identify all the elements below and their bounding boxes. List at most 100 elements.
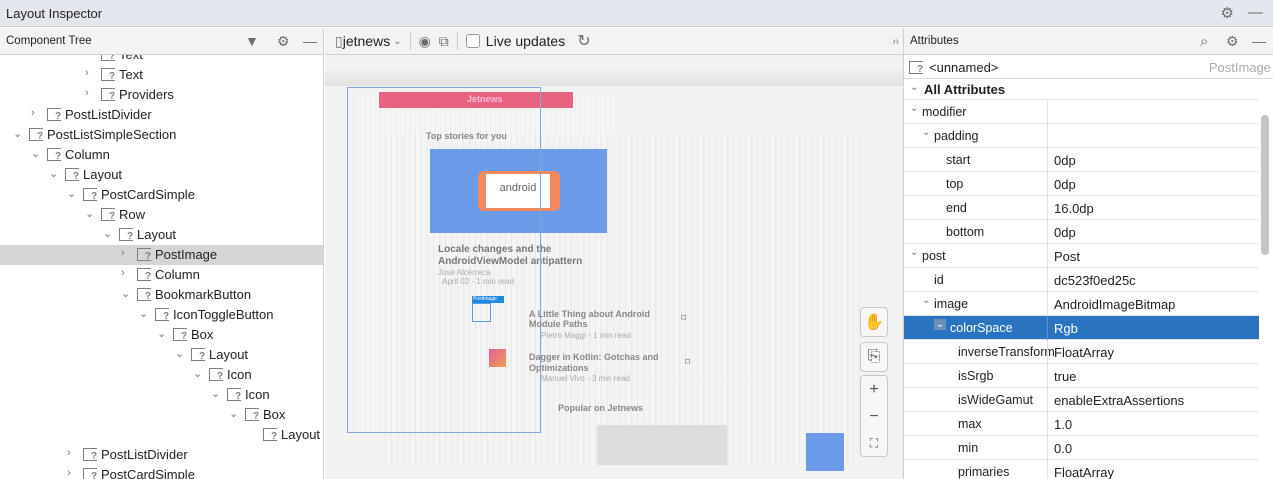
attribute-row[interactable]: ⌄ image AndroidImageBitmap [904, 292, 1259, 316]
attribute-name: inverseTransform [958, 345, 1055, 359]
chevron-down-icon[interactable]: ⌄ [31, 147, 41, 160]
chevron-down-icon[interactable]: ⌄ [910, 247, 918, 258]
tree-node[interactable]: › Column [0, 265, 323, 285]
chevron-down-icon[interactable]: ⌄ [910, 103, 918, 114]
tree-node[interactable]: Layout [0, 425, 323, 445]
chevron-down-icon[interactable]: ⌄ [121, 287, 131, 300]
chevron-down-icon[interactable]: ⌄ [211, 387, 221, 400]
attribute-row[interactable]: min 0.0 [904, 436, 1259, 460]
tree-node[interactable]: ⌄ PostCardSimple [0, 185, 323, 205]
chevron-down-icon[interactable]: ⌄ [393, 36, 401, 47]
tree-node[interactable]: ⌄ PostListSimpleSection [0, 125, 323, 145]
tree-node[interactable]: ⌄ Column [0, 145, 323, 165]
tree-node-label: Icon [227, 367, 252, 382]
gear-icon[interactable]: ⚙ [1226, 33, 1239, 50]
node-name: <unnamed> [929, 60, 999, 75]
chevron-right-icon[interactable]: › [121, 267, 131, 279]
attribute-row[interactable]: isSrgb true [904, 364, 1259, 388]
gear-icon[interactable]: ⚙ [277, 33, 290, 50]
attribute-row[interactable]: end 16.0dp [904, 196, 1259, 220]
tree-node[interactable]: › Text [0, 55, 323, 65]
tree-node[interactable]: ⌄ Layout [0, 225, 323, 245]
component-tree: › Text › Text › Providers › PostListDivider ⌄ Pos… [0, 55, 324, 479]
selected-post-image[interactable] [472, 303, 491, 322]
pan-button[interactable]: ✋ [860, 307, 888, 337]
fit-screen-icon[interactable]: ⛶ [870, 436, 878, 451]
attribute-row[interactable]: ⌄ colorSpace Rgb [904, 316, 1259, 340]
tree-node[interactable]: › Text [0, 65, 323, 85]
chevron-down-icon[interactable]: ⌄ [922, 127, 930, 138]
chevron-down-icon[interactable]: ⌄ [49, 167, 59, 180]
all-attributes-section[interactable]: ⌄ All Attributes [904, 79, 1259, 100]
chevron-down-icon[interactable]: ⌄ [139, 307, 149, 320]
attribute-row[interactable]: start 0dp [904, 148, 1259, 172]
search-icon[interactable]: ⌕ [1200, 33, 1208, 50]
tree-node[interactable]: ⌄ Row [0, 205, 323, 225]
chevron-right-icon[interactable]: › [67, 447, 77, 459]
filter-icon[interactable]: ▼ [245, 33, 259, 49]
chevron-down-icon[interactable]: ⌄ [922, 295, 930, 306]
minimize-icon[interactable]: — [1252, 33, 1266, 49]
chevron-right-icon[interactable]: › [67, 467, 77, 479]
zoom-in-icon[interactable]: + [869, 381, 878, 399]
minimize-icon[interactable]: — [1248, 4, 1263, 22]
node-icon [209, 368, 223, 382]
tree-node-label: PostListDivider [101, 447, 188, 462]
attribute-row[interactable]: primaries FloatArray [904, 460, 1259, 479]
chevron-down-icon[interactable]: ⌄ [103, 227, 113, 240]
attribute-row[interactable]: top 0dp [904, 172, 1259, 196]
attribute-name: primaries [958, 465, 1010, 479]
tree-node[interactable]: › PostImage [0, 245, 323, 265]
attribute-row[interactable]: ⌄ modifier [904, 100, 1259, 124]
chevron-down-icon[interactable]: ⌄ [13, 127, 23, 140]
chevron-down-icon[interactable]: ⌄ [229, 407, 239, 420]
chevron-down-icon[interactable]: ⌄ [85, 207, 95, 220]
process-selector[interactable]: jetnews [343, 33, 390, 49]
attribute-name: id [934, 273, 944, 287]
chevron-down-icon[interactable]: ⌄ [193, 367, 203, 380]
tree-node[interactable]: › PostListDivider [0, 105, 323, 125]
chevron-right-icon[interactable]: › [85, 87, 95, 99]
attribute-row[interactable]: ⌄ padding [904, 124, 1259, 148]
refresh-icon[interactable]: ↻ [577, 31, 590, 51]
export-icon[interactable]: ⧉ [439, 33, 449, 50]
attribute-row[interactable]: bottom 0dp [904, 220, 1259, 244]
chevron-down-icon[interactable]: ⌄ [175, 347, 185, 360]
attribute-row[interactable]: ⌄ post Post [904, 244, 1259, 268]
tree-node-label: PostCardSimple [101, 467, 195, 479]
zoom-out-icon[interactable]: − [869, 408, 878, 426]
attribute-row[interactable]: isWideGamut enableExtraAssertions [904, 388, 1259, 412]
minimize-icon[interactable]: — [303, 33, 317, 49]
tree-node[interactable]: › Providers [0, 85, 323, 105]
attribute-row[interactable]: id dc523f0ed25c [904, 268, 1259, 292]
selection-outline [347, 87, 541, 433]
tree-node[interactable]: ⌄ Icon [0, 385, 323, 405]
chevron-down-icon[interactable]: ⌄ [934, 319, 947, 330]
chevron-down-icon[interactable]: ⌄ [157, 327, 167, 340]
expand-icon[interactable]: ›› [892, 36, 899, 47]
tree-node[interactable]: ⌄ Box [0, 405, 323, 425]
tree-node-label: Layout [281, 427, 321, 442]
tree-node[interactable]: › PostListDivider [0, 445, 323, 465]
gear-icon[interactable]: ⚙ [1221, 4, 1234, 22]
tree-node[interactable]: ⌄ Box [0, 325, 323, 345]
tree-node[interactable]: › PostCardSimple [0, 465, 323, 479]
live-updates-checkbox[interactable] [465, 34, 480, 48]
eye-icon[interactable]: ◉ [419, 33, 431, 50]
tree-node[interactable]: ⌄ Layout [0, 345, 323, 365]
reset-view-button[interactable]: ⎘ [860, 342, 888, 372]
attribute-row[interactable]: inverseTransform FloatArray [904, 340, 1259, 364]
scrollbar[interactable] [1261, 115, 1269, 255]
tree-node-label: PostListSimpleSection [47, 127, 177, 142]
chevron-right-icon[interactable]: › [121, 247, 131, 259]
chevron-right-icon[interactable]: › [31, 107, 41, 119]
tree-node[interactable]: ⌄ IconToggleButton [0, 305, 323, 325]
chevron-down-icon[interactable]: ⌄ [67, 187, 77, 200]
tree-node[interactable]: ⌄ Icon [0, 365, 323, 385]
tree-node[interactable]: ⌄ Layout [0, 165, 323, 185]
chevron-right-icon[interactable]: › [85, 67, 95, 79]
tree-node[interactable]: ⌄ BookmarkButton [0, 285, 323, 305]
chevron-right-icon[interactable]: › [85, 55, 95, 59]
attribute-name: max [958, 417, 982, 431]
attribute-row[interactable]: max 1.0 [904, 412, 1259, 436]
